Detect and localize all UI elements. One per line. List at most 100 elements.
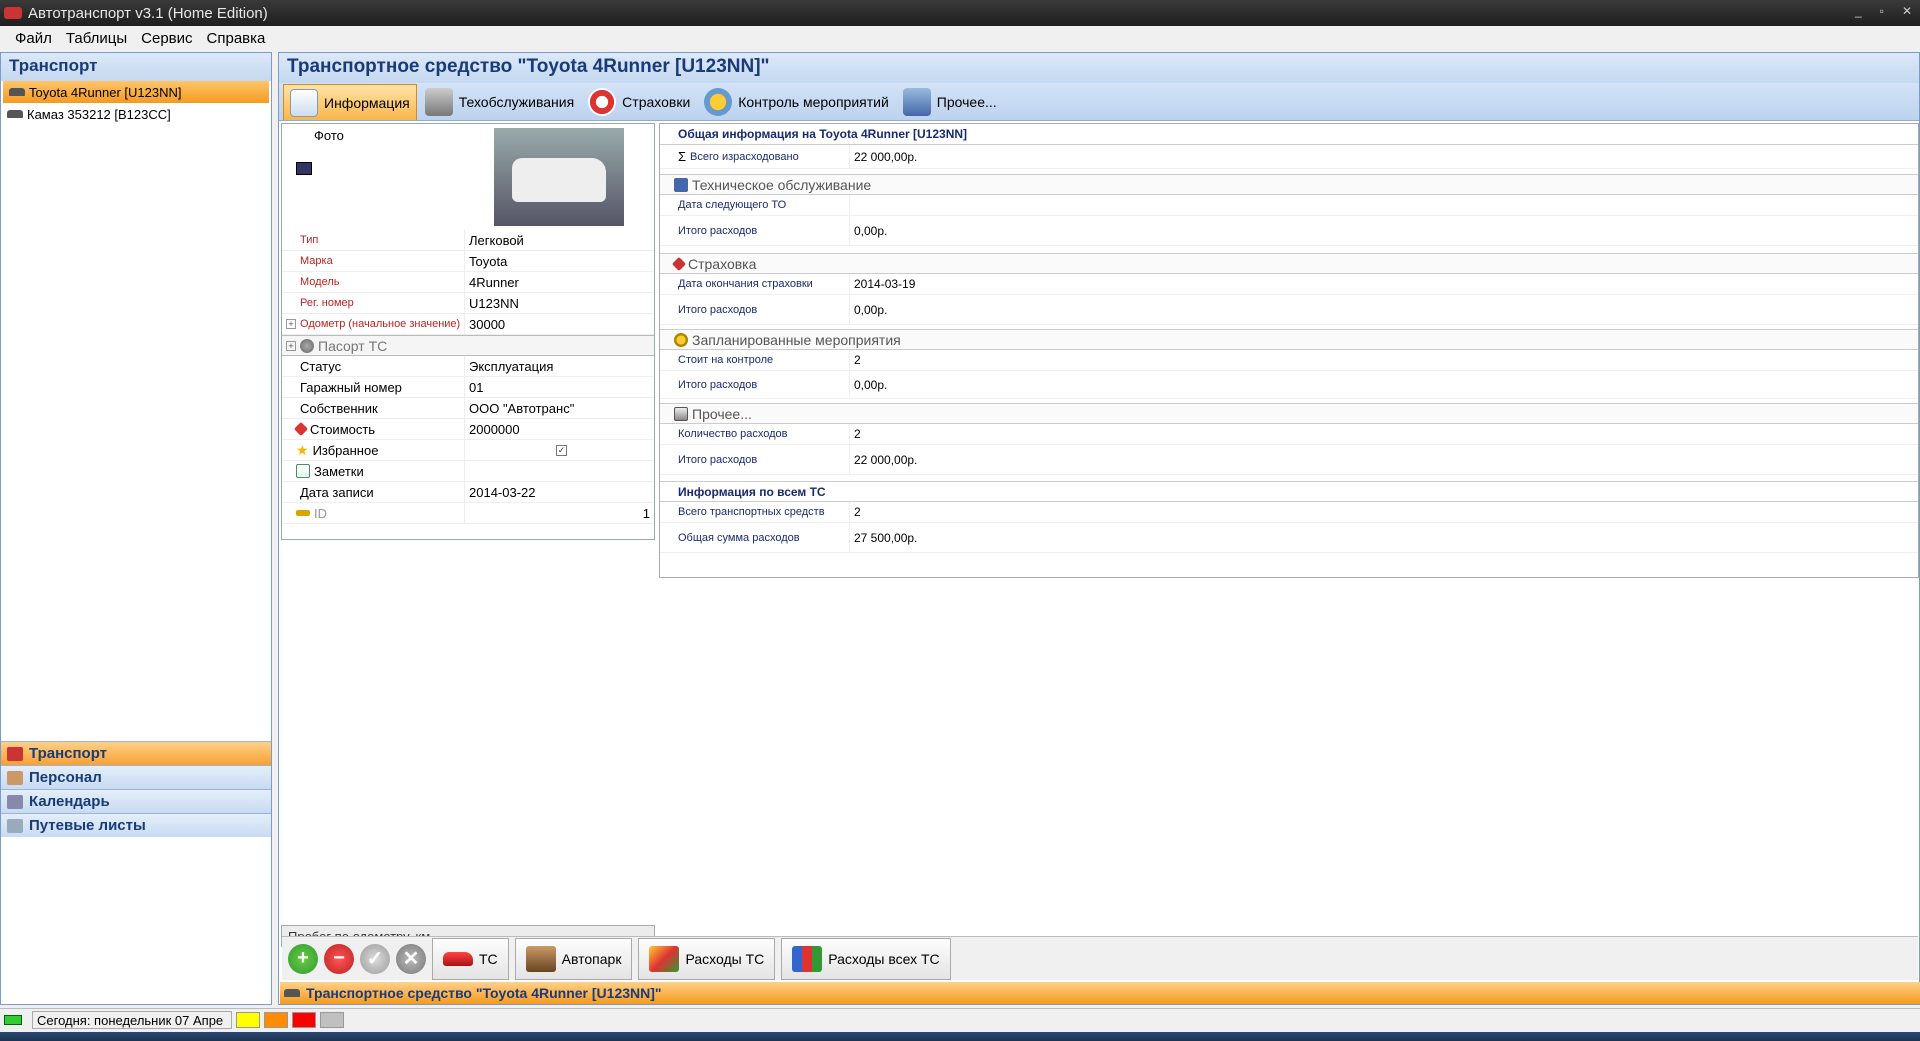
prop-row-type[interactable]: Тип Легковой [282, 230, 654, 251]
wrench-icon [674, 177, 688, 192]
prop-label: Статус [300, 358, 342, 374]
cancel-button[interactable]: ✕ [396, 943, 426, 974]
button-label: ТС [479, 950, 498, 967]
prop-row-cost[interactable]: Стоимость 2000000 [282, 419, 654, 440]
nav-group-transport[interactable]: Транспорт [1, 741, 271, 765]
battery-icon [4, 1014, 22, 1025]
nav-group-waybills[interactable]: Путевые листы [1, 813, 271, 837]
section-maintenance: Техническое обслуживание [660, 174, 1918, 195]
info-row: Дата окончания страховки 2014-03-19 [660, 274, 1918, 295]
document-icon [7, 818, 23, 833]
color-swatch-orange [264, 1011, 288, 1028]
menu-tables[interactable]: Таблицы [59, 30, 134, 47]
prop-label: Тип [300, 234, 319, 246]
left-panel-title: Транспорт [1, 53, 271, 81]
prop-row-record-date[interactable]: Дата записи 2014-03-22 [282, 482, 654, 503]
confirm-button[interactable]: ✓ [360, 943, 390, 974]
tab-label: Информация [324, 94, 410, 111]
tab-insurance[interactable]: Страховки [582, 84, 696, 120]
info-row: Итого расходов 22 000,00р. [660, 445, 1918, 475]
expand-icon[interactable]: + [286, 340, 296, 351]
page-title: Транспортное средство "Toyota 4Runner [U… [279, 53, 1919, 83]
window-title: Автотранспорт v3.1 (Home Edition) [28, 4, 268, 22]
section-title: Техническое обслуживание [692, 176, 872, 193]
add-button[interactable]: + [288, 943, 318, 974]
prop-row-brand[interactable]: Марка Toyota [282, 251, 654, 272]
selected-vehicle-bar: Транспортное средство "Toyota 4Runner [U… [280, 982, 1920, 1004]
info-label: Дата окончания страховки [660, 274, 850, 294]
tree-item-toyota[interactable]: Toyota 4Runner [U123NN] [3, 81, 269, 103]
info-value: 22 000,00р. [854, 149, 918, 164]
close-button[interactable]: ✕ [1902, 4, 1912, 18]
info-value: 2 [854, 353, 861, 367]
info-row: Итого расходов 0,00р. [660, 371, 1918, 399]
maximize-button[interactable]: ▫ [1880, 4, 1884, 18]
wheel-icon [300, 338, 314, 353]
sigma-icon: Σ [678, 149, 687, 164]
prop-label-text: ID [314, 505, 327, 521]
list-icon [674, 406, 688, 421]
delete-button[interactable]: − [324, 943, 354, 974]
photo-label: Фото [314, 128, 344, 143]
minimize-button[interactable]: _ [1855, 4, 1862, 18]
tab-events-control[interactable]: Контроль мероприятий [698, 84, 895, 120]
notes-icon [296, 464, 310, 478]
prop-value: Легковой [464, 230, 654, 250]
prop-row-status[interactable]: Статус Эксплуатация [282, 356, 654, 377]
prop-row-model[interactable]: Модель 4Runner [282, 272, 654, 293]
prop-row-garage-number[interactable]: Гаражный номер 01 [282, 377, 654, 398]
price-tag-icon [293, 421, 309, 437]
all-expenses-button[interactable]: Расходы всех ТС [781, 937, 951, 980]
prop-group-passport[interactable]: + Пасорт ТС [282, 335, 654, 356]
vehicle-expenses-button[interactable]: Расходы ТС [638, 937, 776, 980]
red-car-icon [443, 951, 473, 966]
tab-information[interactable]: Информация [283, 84, 417, 120]
prop-value: Toyota [464, 251, 654, 271]
vehicle-button[interactable]: ТС [432, 937, 509, 980]
window-controls: _ ▫ ✕ [1855, 4, 1912, 18]
prop-label: Рег. номер [300, 297, 354, 309]
section-other: Прочее... [660, 403, 1918, 424]
menu-service[interactable]: Сервис [134, 30, 199, 47]
section-insurance: Страховка [660, 253, 1918, 274]
menu-file[interactable]: Файл [8, 30, 59, 47]
tab-other[interactable]: Прочее... [897, 84, 1003, 120]
prop-label: Марка [300, 255, 333, 267]
prop-row-id[interactable]: ID 1 [282, 503, 654, 524]
prop-value: 1 [464, 503, 654, 523]
info-row: Дата следующего ТО [660, 195, 1918, 216]
prop-row-favorite[interactable]: ★ Избранное ✓ [282, 440, 654, 461]
image-icon[interactable] [296, 162, 312, 175]
menu-help[interactable]: Справка [200, 30, 273, 47]
fleet-button[interactable]: Автопарк [514, 937, 633, 980]
prop-row-notes[interactable]: Заметки [282, 461, 654, 482]
info-value: 0,00р. [854, 223, 888, 238]
tab-maintenance[interactable]: Техобслуживания [419, 84, 580, 120]
prop-value [464, 461, 654, 481]
prop-label: Собственник [300, 400, 378, 416]
info-row: Стоит на контроле 2 [660, 350, 1918, 371]
prop-label-text: Заметки [314, 463, 364, 479]
info-label: Стоит на контроле [660, 350, 850, 370]
prop-label: ★ Избранное [282, 442, 464, 459]
tab-label: Контроль мероприятий [738, 94, 889, 110]
people-icon [7, 770, 23, 785]
prop-row-reg-number[interactable]: Рег. номер U123NN [282, 293, 654, 314]
info-label-text: Всего израсходовано [690, 150, 799, 163]
nav-group-calendar[interactable]: Календарь [1, 789, 271, 813]
nav-group-personnel[interactable]: Персонал [1, 765, 271, 789]
prop-row-odometer[interactable]: + Одометр (начальное значение) 30000 [282, 314, 654, 335]
info-row: Всего транспортных средств 2 [660, 502, 1918, 523]
info-row: Количество расходов 2 [660, 424, 1918, 445]
expand-icon[interactable]: + [286, 319, 296, 329]
favorite-checkbox[interactable]: ✓ [556, 444, 567, 456]
status-bar: Сегодня: понедельник 07 Апре [0, 1008, 1920, 1030]
general-info-header: Общая информация на Toyota 4Runner [U123… [660, 124, 1918, 145]
prop-row-owner[interactable]: Собственник ООО "Автотранс" [282, 398, 654, 419]
prop-label-text: Избранное [312, 442, 379, 458]
info-value: 27 500,00р. [854, 530, 918, 545]
tree-item-kamaz[interactable]: Камаз 353212 [В123СС] [1, 103, 271, 125]
button-label: Расходы ТС [685, 950, 765, 967]
prop-value: 4Runner [464, 272, 654, 292]
prop-label: Модель [300, 276, 340, 288]
